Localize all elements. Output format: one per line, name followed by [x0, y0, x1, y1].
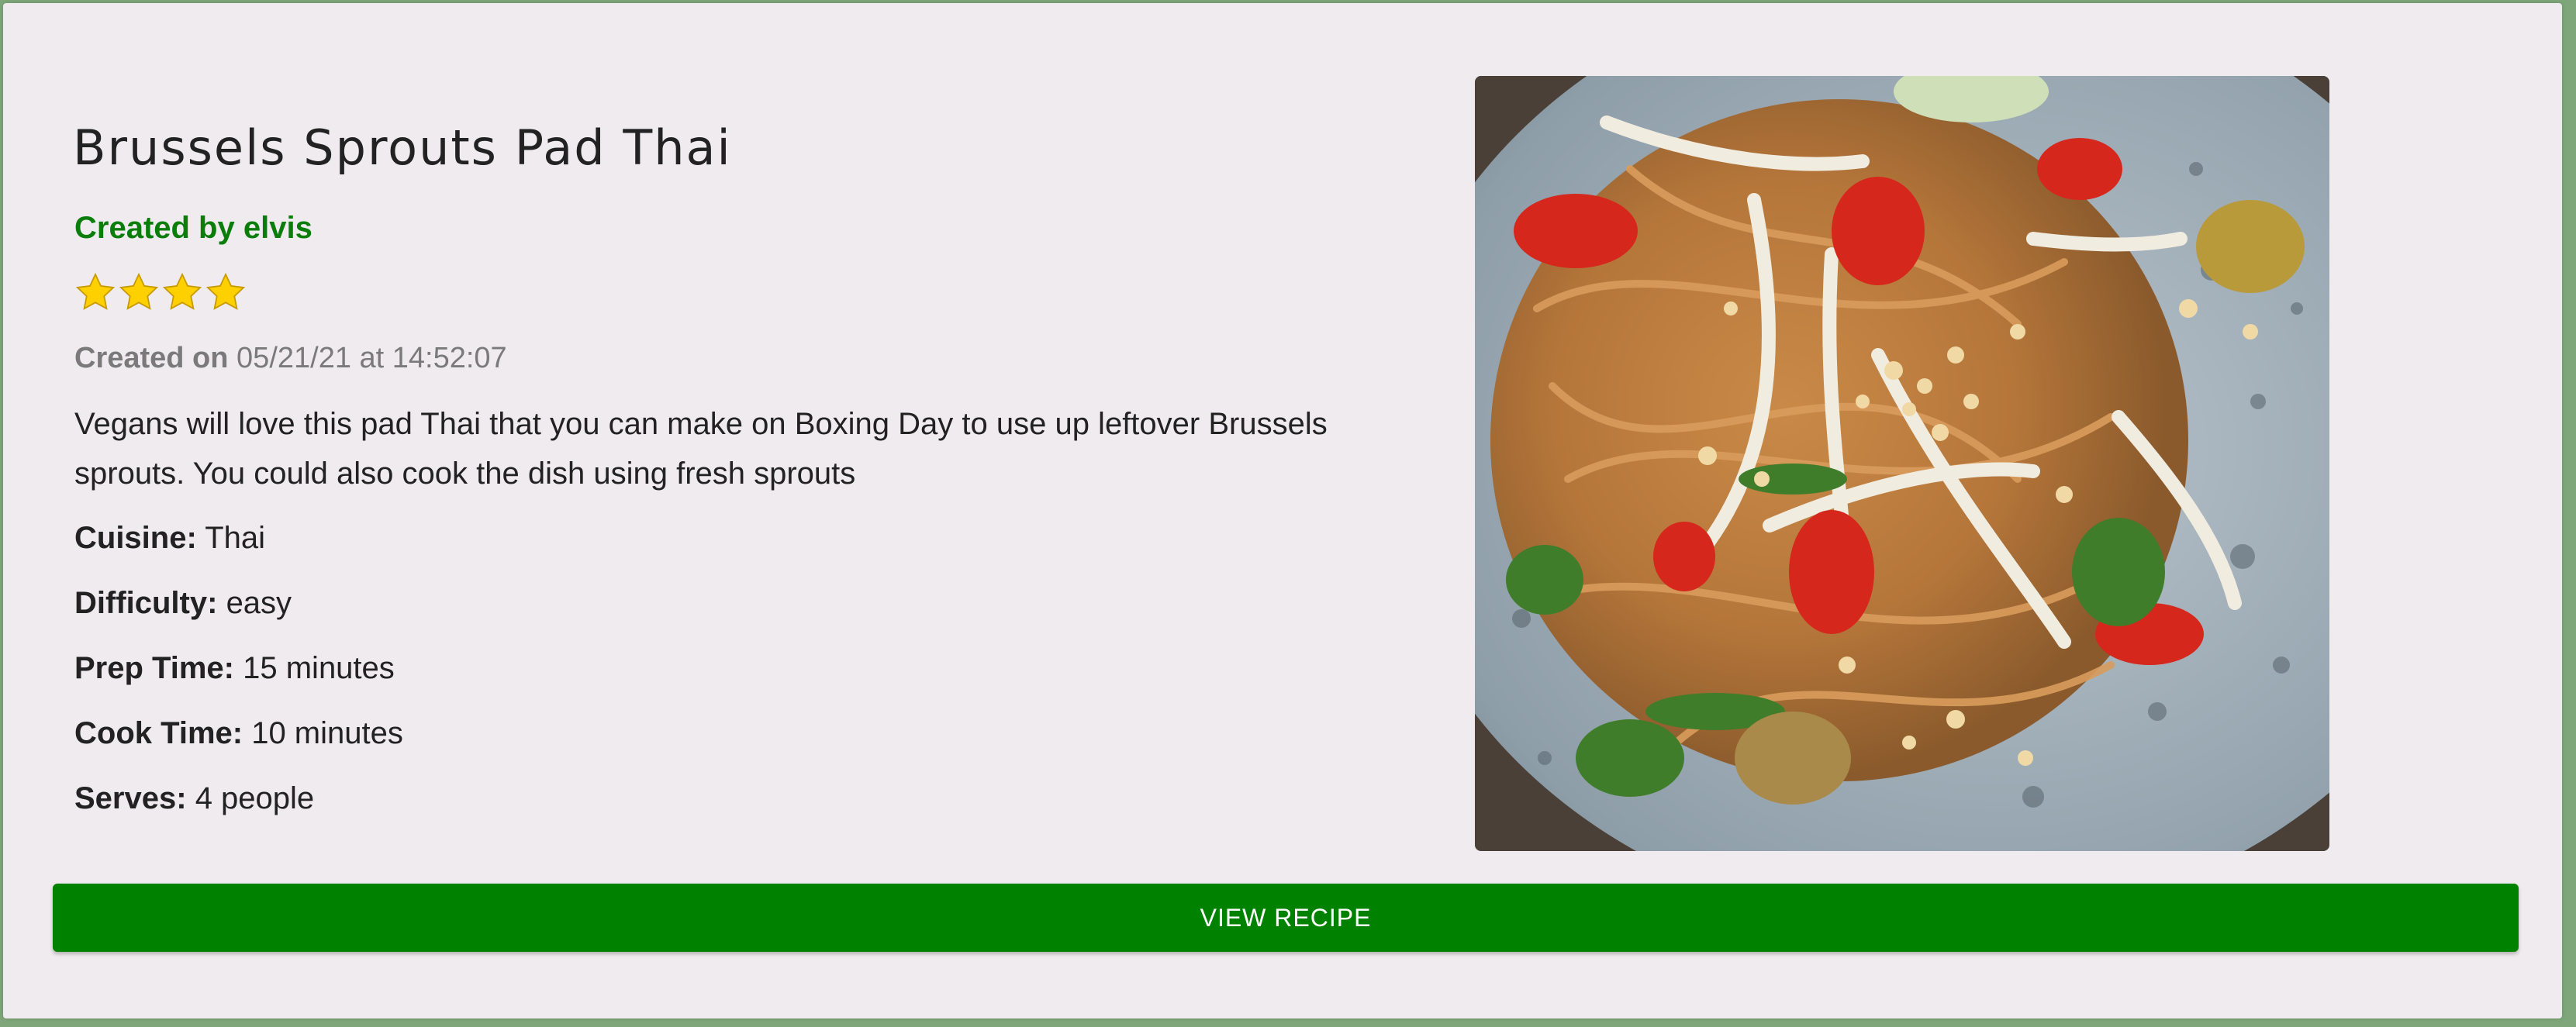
created-value: 05/21/21 at 14:52:07	[237, 342, 507, 374]
detail-label: Prep Time:	[74, 651, 234, 685]
recipe-title: Brussels Sprouts Pad Thai	[73, 119, 732, 176]
star-icon	[205, 272, 246, 310]
detail-value: 4 people	[195, 781, 315, 815]
rating-stars	[74, 271, 247, 315]
detail-value: 10 minutes	[251, 716, 403, 750]
created-date: Created on 05/21/21 at 14:52:07	[74, 342, 507, 375]
recipe-description: Vegans will love this pad Thai that you …	[74, 407, 1328, 491]
detail-cuisine: Cuisine: Thai	[74, 521, 265, 556]
detail-label: Difficulty:	[74, 586, 218, 620]
view-recipe-button[interactable]: VIEW RECIPE	[53, 884, 2519, 952]
recipe-image	[1475, 76, 2329, 851]
detail-difficulty: Difficulty: easy	[74, 586, 292, 621]
detail-cook-time: Cook Time: 10 minutes	[74, 716, 403, 751]
recipe-author: Created by elvis	[74, 211, 313, 245]
star-icon	[75, 272, 116, 310]
detail-label: Serves:	[74, 781, 187, 815]
detail-label: Cuisine:	[74, 521, 197, 555]
detail-value: Thai	[205, 521, 265, 555]
detail-serves: Serves: 4 people	[74, 781, 314, 816]
star-icon	[162, 272, 202, 310]
star-icon	[119, 272, 159, 310]
created-label: Created on	[74, 342, 229, 374]
recipe-card: Brussels Sprouts Pad Thai Created by elv…	[3, 3, 2562, 1018]
detail-value: 15 minutes	[243, 651, 395, 685]
pad-thai-photo	[1475, 76, 2329, 851]
detail-prep-time: Prep Time: 15 minutes	[74, 651, 395, 686]
detail-value: easy	[226, 586, 292, 620]
detail-label: Cook Time:	[74, 716, 243, 750]
